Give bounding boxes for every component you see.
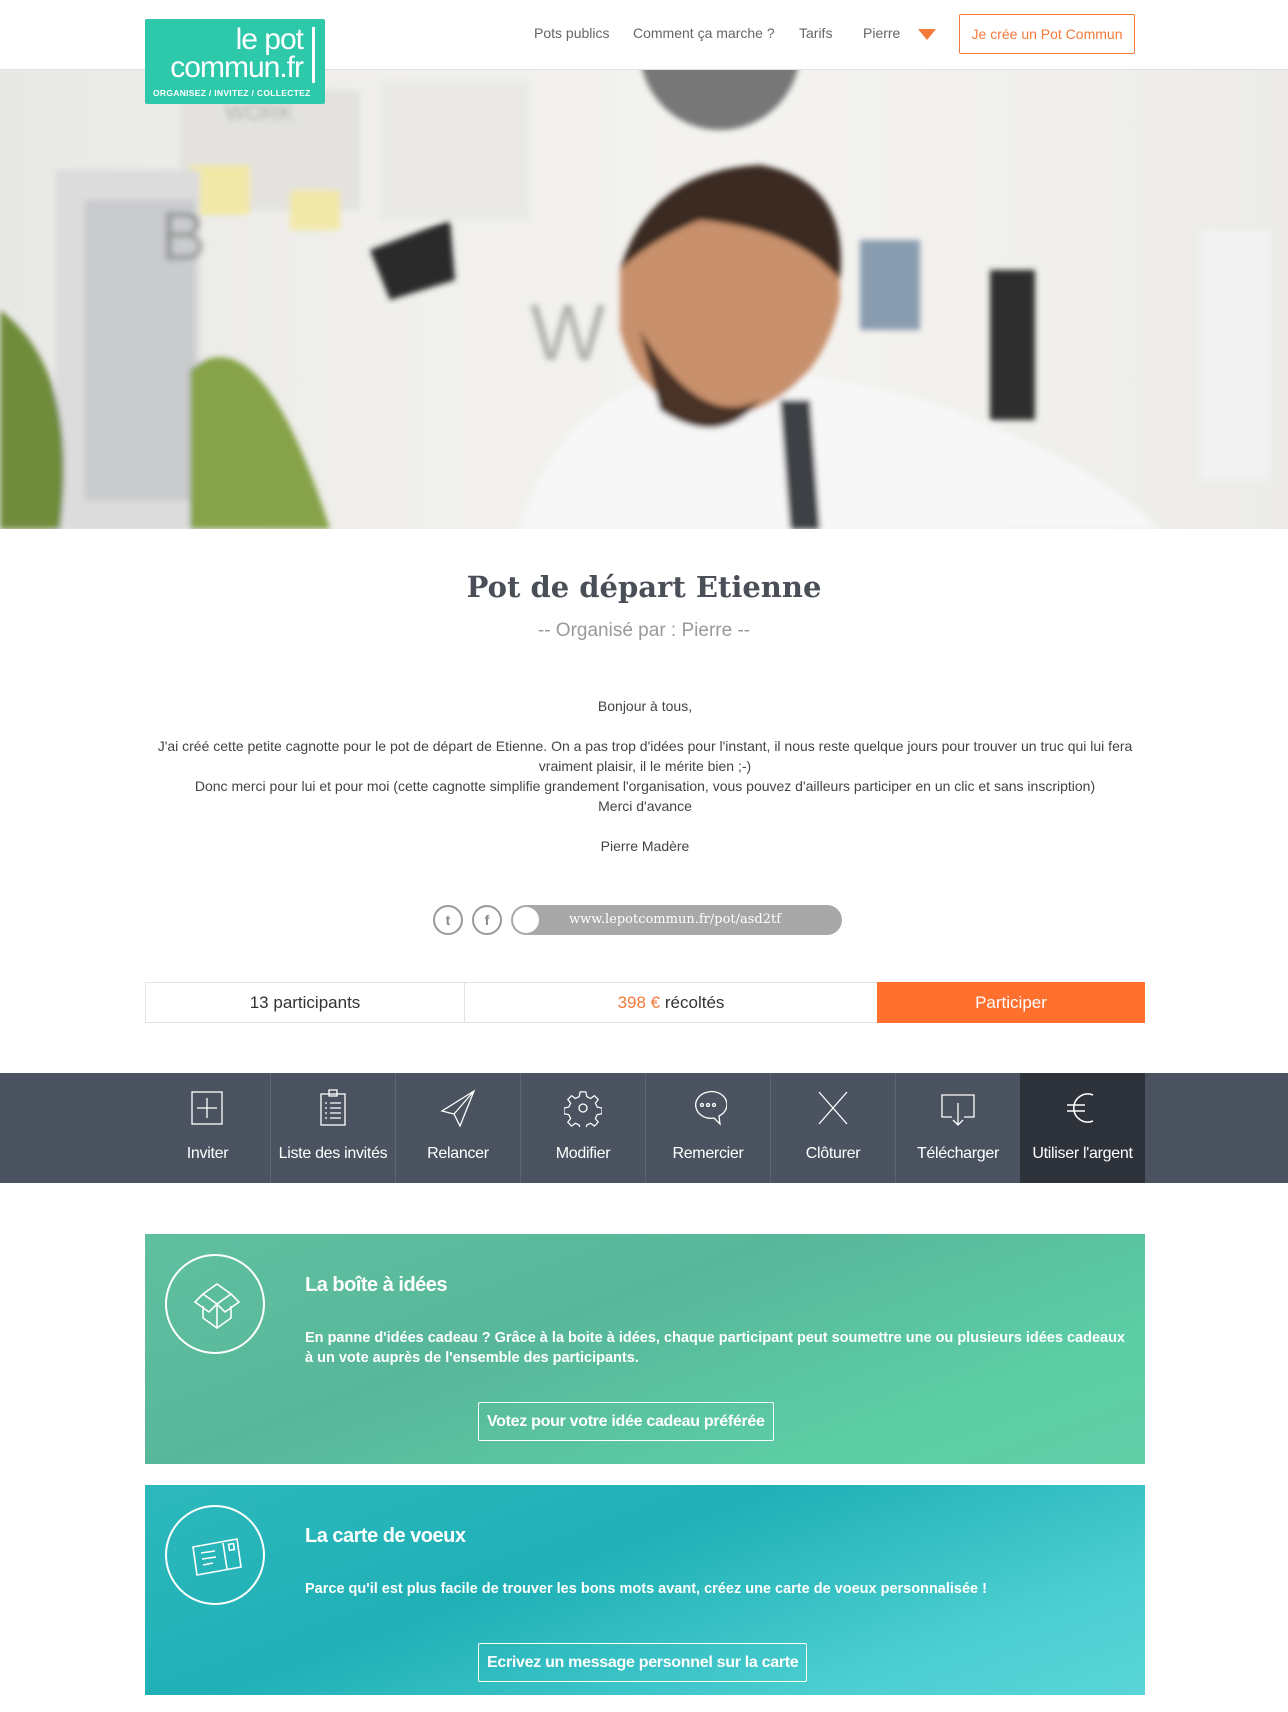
message-line: Donc merci pour lui et pour moi (cette c… (194, 778, 1096, 794)
gear-icon (564, 1091, 602, 1127)
close-icon (818, 1091, 848, 1125)
toggle-knob[interactable] (513, 907, 539, 933)
nav-comment-ca-marche[interactable]: Comment ça marche ? (633, 25, 775, 41)
nav-pots-publics[interactable]: Pots publics (534, 25, 609, 41)
feature-title: La boîte à idées (305, 1274, 448, 1296)
pot-organizer: -- Organisé par : Pierre -- (537, 620, 751, 641)
svg-text:W: W (530, 288, 606, 377)
create-pot-button[interactable]: Je crée un Pot Commun (959, 14, 1135, 54)
message-signature: Pierre Madère (600, 838, 690, 854)
feature-text: Parce qu'il est plus facile de trouver l… (305, 1581, 987, 1597)
user-menu[interactable]: Pierre (863, 25, 900, 41)
paper-plane-icon (440, 1089, 476, 1127)
facebook-icon[interactable]: f (472, 905, 502, 935)
vote-idea-button[interactable]: Votez pour votre idée cadeau préférée (478, 1402, 774, 1441)
share-url-toggle[interactable]: www.lepotcommun.fr/pot/asd2tf (511, 905, 842, 935)
action-modifier[interactable]: Modifier (520, 1073, 645, 1183)
message-line: J'ai créé cette petite cagnotte pour le … (157, 738, 1133, 774)
participate-button[interactable]: Participer (877, 982, 1145, 1023)
svg-text:B: B (160, 197, 207, 275)
action-remercier[interactable]: Remercier (645, 1073, 770, 1183)
feature-greeting-card: La carte de voeux Parce qu'il est plus f… (145, 1485, 1145, 1695)
postcard-icon (165, 1505, 265, 1605)
box-icon (165, 1254, 265, 1354)
plus-square-icon (191, 1091, 223, 1125)
chevron-down-icon[interactable] (918, 29, 936, 40)
message-line (145, 816, 1145, 836)
action-cloturer[interactable]: Clôturer (770, 1073, 895, 1183)
write-card-button[interactable]: Ecrivez un message personnel sur la cart… (478, 1643, 808, 1682)
euro-icon (1067, 1093, 1094, 1123)
pot-message: Bonjour à tous, J'ai créé cette petite c… (145, 696, 1145, 856)
action-telecharger[interactable]: Télécharger (895, 1073, 1020, 1183)
hero-image: B W WORK (0, 70, 1288, 529)
speech-bubble-icon (695, 1090, 727, 1126)
action-relancer[interactable]: Relancer (395, 1073, 520, 1183)
logo-tagline: ORGANISEZ / INVITEZ / COLLECTEZ (153, 88, 311, 98)
action-liste-invites[interactable]: Liste des invités (270, 1073, 395, 1183)
participants-count[interactable]: 13 participants (146, 983, 465, 1022)
download-icon (941, 1094, 975, 1126)
amount-collected: 398 € récoltés (617, 993, 725, 1012)
office-photo: B W WORK (0, 70, 1270, 529)
feature-title: La carte de voeux (305, 1525, 466, 1547)
feature-idea-box: La boîte à idées En panne d'idées cadeau… (145, 1234, 1145, 1464)
message-line (145, 716, 1145, 736)
pot-title: Pot de départ Etienne (466, 570, 822, 604)
action-inviter[interactable]: Inviter (145, 1073, 270, 1183)
action-utiliser-argent[interactable]: Utiliser l'argent (1020, 1073, 1145, 1183)
message-line: Bonjour à tous, (597, 698, 693, 714)
share-url: www.lepotcommun.fr/pot/asd2tf (569, 912, 782, 927)
logo[interactable]: le pot commun.fr ORGANISEZ / INVITEZ / C… (145, 19, 325, 104)
action-bar: Inviter Liste des invités Relancer Modif… (0, 1073, 1288, 1183)
message-line: Merci d'avance (598, 798, 692, 814)
clipboard-list-icon (320, 1089, 346, 1126)
feature-text: En panne d'idées cadeau ? Grâce à la boi… (305, 1330, 1125, 1366)
stats-bar: 13 participants 398 € récoltés Participe… (145, 982, 1145, 1023)
twitter-icon[interactable]: t (433, 905, 463, 935)
logo-text: commun.fr (170, 51, 304, 84)
nav-tarifs[interactable]: Tarifs (799, 25, 832, 41)
